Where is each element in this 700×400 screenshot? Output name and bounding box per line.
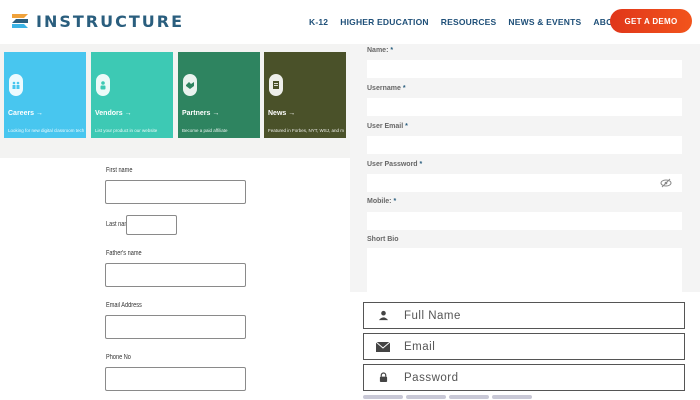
careers-card[interactable]: Careers → Looking for new digital classr… bbox=[4, 52, 86, 138]
eye-slash-icon[interactable] bbox=[660, 178, 672, 188]
card-title: Careers → bbox=[8, 110, 44, 117]
main-nav: K-12 HIGHER EDUCATION RESOURCES NEWS & E… bbox=[309, 17, 651, 27]
first-name-label: First name bbox=[106, 167, 133, 174]
mobile-label-text: Mobile: bbox=[367, 198, 392, 205]
required-mark: * bbox=[390, 47, 394, 54]
user-password-input[interactable] bbox=[367, 174, 682, 192]
email-address-label: Email Address bbox=[106, 302, 142, 309]
decorative-bar bbox=[406, 395, 446, 399]
handshake-icon bbox=[183, 74, 197, 96]
news-card[interactable]: News → Featured in Forbes, NYT, WSJ, and… bbox=[264, 52, 346, 138]
instructure-logo[interactable]: INSTRUCTURE bbox=[10, 11, 184, 31]
nav-item-higher-education[interactable]: HIGHER EDUCATION bbox=[340, 17, 429, 27]
card-description: List your product in our website bbox=[95, 128, 158, 133]
instructure-logo-icon bbox=[12, 14, 28, 28]
required-mark: * bbox=[419, 161, 423, 168]
phone-input[interactable] bbox=[105, 367, 246, 391]
name-input[interactable] bbox=[367, 60, 682, 78]
username-input[interactable] bbox=[367, 98, 682, 116]
user-email-label: User Email * bbox=[367, 123, 408, 130]
logo-text: INSTRUCTURE bbox=[36, 11, 184, 31]
card-title: Vendors → bbox=[95, 110, 132, 117]
decorative-bar bbox=[449, 395, 489, 399]
registration-form: Name: * Username * User Email * User Pas… bbox=[350, 44, 700, 292]
nav-item-k12[interactable]: K-12 bbox=[309, 17, 328, 27]
full-name-input[interactable]: Full Name bbox=[363, 302, 685, 329]
full-name-placeholder: Full Name bbox=[404, 309, 461, 322]
short-bio-textarea[interactable] bbox=[367, 248, 682, 292]
card-description: Looking for new digital classroom tech? bbox=[8, 128, 84, 133]
icon-login-form: Full Name Email Password bbox=[350, 292, 700, 400]
people-icon bbox=[9, 74, 23, 96]
vendors-card[interactable]: Vendors → List your product in our websi… bbox=[91, 52, 173, 138]
nav-item-news-events[interactable]: NEWS & EVENTS bbox=[508, 17, 581, 27]
user-email-label-text: User Email bbox=[367, 123, 404, 130]
card-description: Become a paid affiliate bbox=[182, 128, 228, 133]
cards-strip: Careers → Looking for new digital classr… bbox=[0, 44, 350, 158]
get-a-demo-button[interactable]: GET A DEMO bbox=[610, 9, 692, 33]
person-icon bbox=[96, 74, 110, 96]
basic-form: First name Last name Father's name Email… bbox=[0, 158, 350, 400]
card-title: News → bbox=[268, 110, 296, 117]
required-mark: * bbox=[405, 123, 408, 130]
short-bio-label: Short Bio bbox=[367, 236, 399, 243]
name-label: Name: * bbox=[367, 47, 393, 54]
required-mark: * bbox=[393, 198, 397, 205]
user-email-input[interactable] bbox=[367, 136, 682, 154]
lock-icon bbox=[376, 371, 390, 385]
document-icon bbox=[269, 74, 283, 96]
mobile-input[interactable] bbox=[367, 212, 682, 230]
fathers-name-label: Father's name bbox=[106, 250, 142, 257]
fathers-name-input[interactable] bbox=[105, 263, 246, 287]
site-header: INSTRUCTURE K-12 HIGHER EDUCATION RESOUR… bbox=[0, 0, 700, 44]
nav-item-resources[interactable]: RESOURCES bbox=[441, 17, 497, 27]
phone-label: Phone No bbox=[106, 354, 131, 361]
email-input[interactable]: Email bbox=[363, 333, 685, 360]
required-mark: * bbox=[402, 85, 406, 92]
page: INSTRUCTURE K-12 HIGHER EDUCATION RESOUR… bbox=[0, 0, 700, 400]
first-name-input[interactable] bbox=[105, 180, 246, 204]
last-name-input[interactable] bbox=[126, 215, 177, 235]
password-input[interactable]: Password bbox=[363, 364, 685, 391]
card-description: Featured in Forbes, NYT, WSJ, and more bbox=[268, 128, 344, 133]
email-placeholder: Email bbox=[404, 340, 436, 353]
decorative-bar bbox=[492, 395, 532, 399]
mobile-label: Mobile: * bbox=[367, 198, 396, 205]
decorative-bar bbox=[363, 395, 403, 399]
partners-card[interactable]: Partners → Become a paid affiliate bbox=[178, 52, 260, 138]
user-password-label: User Password * bbox=[367, 161, 422, 168]
username-label: Username * bbox=[367, 85, 406, 92]
user-password-label-text: User Password bbox=[367, 161, 418, 168]
card-title: Partners → bbox=[182, 110, 220, 117]
name-label-text: Name: bbox=[367, 47, 389, 54]
username-label-text: Username bbox=[367, 85, 401, 92]
password-placeholder: Password bbox=[404, 371, 459, 384]
user-icon bbox=[376, 309, 390, 323]
envelope-icon bbox=[376, 340, 390, 354]
email-address-input[interactable] bbox=[105, 315, 246, 339]
